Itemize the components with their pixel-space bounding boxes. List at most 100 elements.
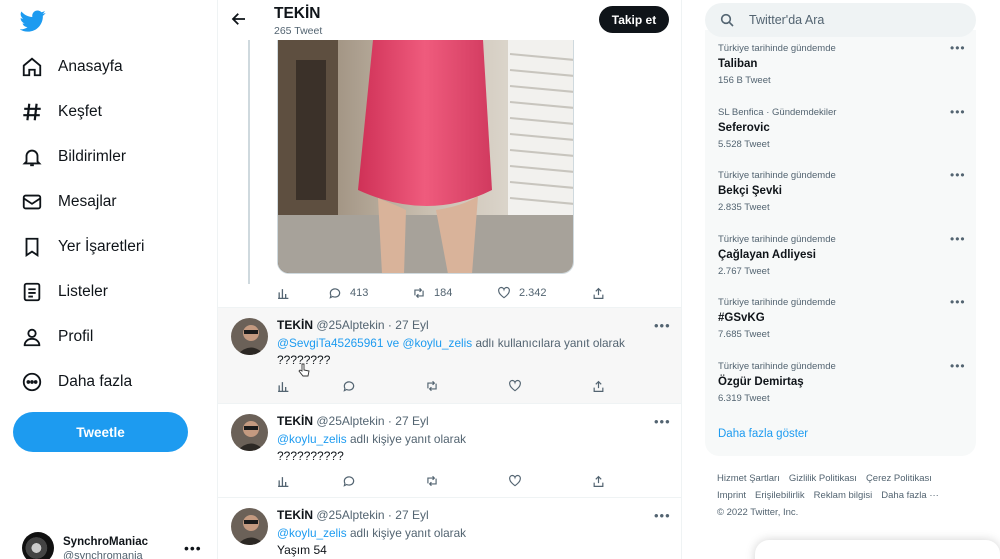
nav-bookmarks[interactable]: Yer İşaretleri: [20, 229, 144, 265]
nav-explore[interactable]: Keşfet: [20, 94, 102, 130]
search-input[interactable]: [749, 13, 949, 27]
trend-more-icon[interactable]: •••: [950, 41, 966, 55]
tweet-date[interactable]: 27 Eyl: [395, 318, 428, 332]
avatar[interactable]: [231, 318, 268, 355]
tweet-date[interactable]: 27 Eyl: [395, 414, 428, 428]
trend-more-icon[interactable]: •••: [950, 168, 966, 182]
share-button[interactable]: [592, 380, 605, 393]
trend-count: 6.319 Tweet: [718, 393, 770, 404]
footer-link-ads-info[interactable]: Reklam bilgisi: [814, 490, 873, 501]
trend-count: 7.685 Tweet: [718, 329, 770, 340]
trend-more-icon[interactable]: •••: [950, 232, 966, 246]
trend-item[interactable]: Türkiye tarihinde gündemde #GSvKG 7.685 …: [718, 295, 968, 340]
footer-link-imprint[interactable]: Imprint: [717, 490, 746, 501]
follow-button[interactable]: Takip et: [599, 6, 669, 33]
avatar: [22, 532, 54, 559]
author-name[interactable]: TEKİN: [277, 318, 313, 332]
nav-profile[interactable]: Profil: [20, 319, 93, 355]
like-button[interactable]: [508, 379, 522, 393]
footer-link-more[interactable]: Daha fazla ···: [881, 490, 939, 501]
nav-lists[interactable]: Listeler: [20, 274, 108, 310]
trend-more-icon[interactable]: •••: [950, 105, 966, 119]
trend-name: Seferovic: [718, 122, 770, 134]
search-bar[interactable]: [705, 3, 976, 37]
nav-more[interactable]: Daha fazla: [20, 364, 132, 400]
hashtag-icon: [20, 100, 44, 124]
more-options-icon[interactable]: •••: [654, 508, 671, 523]
trend-item[interactable]: Türkiye tarihinde gündemde Çağlayan Adli…: [718, 232, 968, 277]
author-handle[interactable]: @25Alptekin: [316, 318, 384, 332]
account-switcher[interactable]: SynchroManiac @synchromania •••: [22, 532, 202, 559]
share-icon: [593, 475, 604, 487]
replying-to-suffix: adlı kişiye yanıt olarak: [349, 432, 467, 446]
mention-link[interactable]: @SevgiTa45265961: [277, 336, 383, 350]
reply-tweet[interactable]: TEKİN @25Alptekin · 27 Eyl ••• @koylu_ze…: [218, 497, 681, 559]
analytics-button[interactable]: [277, 475, 290, 488]
footer-link-terms[interactable]: Hizmet Şartları: [717, 473, 780, 484]
reply-button[interactable]: 413: [328, 286, 368, 300]
heart-icon: [498, 286, 510, 299]
author-handle[interactable]: @25Alptekin: [316, 414, 384, 428]
trend-item[interactable]: SL Benfica · Gündemdekiler Seferovic 5.5…: [718, 105, 968, 150]
tweet-date[interactable]: 27 Eyl: [395, 508, 428, 522]
share-button[interactable]: [592, 475, 605, 488]
footer-link-cookies[interactable]: Çerez Politikası: [866, 473, 932, 484]
trends-panel: Türkiye tarihinde gündemde Taliban 156 B…: [705, 30, 976, 456]
author-name[interactable]: TEKİN: [277, 508, 313, 522]
reply-button[interactable]: [342, 379, 356, 393]
mention-link[interactable]: @koylu_zelis: [277, 526, 347, 540]
mention-link[interactable]: @koylu_zelis: [402, 336, 472, 350]
reply-tweet[interactable]: TEKİN @25Alptekin · 27 Eyl ••• @SevgiTa4…: [218, 307, 681, 403]
trend-context: Türkiye tarihinde gündemde: [718, 43, 836, 54]
trend-count: 5.528 Tweet: [718, 139, 770, 150]
nav-messages-label: Mesajlar: [58, 193, 117, 210]
analytics-button[interactable]: [277, 380, 290, 393]
show-more-link[interactable]: Daha fazla göster: [718, 428, 808, 440]
author-name[interactable]: TEKİN: [277, 414, 313, 428]
trend-item[interactable]: Türkiye tarihinde gündemde Bekçi Şevki 2…: [718, 168, 968, 213]
avatar[interactable]: [231, 414, 268, 451]
twitter-logo-icon[interactable]: [20, 8, 46, 34]
nav-home-label: Anasayfa: [58, 58, 123, 75]
account-more-icon[interactable]: •••: [184, 540, 202, 556]
analytics-button[interactable]: [277, 287, 290, 300]
nav-explore-label: Keşfet: [58, 103, 102, 120]
share-button[interactable]: [592, 287, 605, 300]
mention-link[interactable]: @koylu_zelis: [277, 432, 347, 446]
nav-home[interactable]: Anasayfa: [20, 49, 123, 85]
more-options-icon[interactable]: •••: [654, 414, 671, 429]
trend-more-icon[interactable]: •••: [950, 359, 966, 373]
trend-name: Çağlayan Adliyesi: [718, 249, 817, 261]
tweet-button[interactable]: Tweetle: [13, 412, 188, 452]
reply-icon: [343, 476, 355, 487]
more-options-icon[interactable]: •••: [654, 318, 671, 333]
footer-link-accessibility[interactable]: Erişilebilirlik: [755, 490, 805, 501]
reply-tweet[interactable]: TEKİN @25Alptekin · 27 Eyl ••• @koylu_ze…: [218, 403, 681, 497]
messages-drawer[interactable]: [755, 540, 1000, 559]
heart-icon: [509, 474, 521, 487]
trend-context: SL Benfica · Gündemdekiler: [718, 107, 837, 118]
like-button[interactable]: [508, 474, 522, 488]
nav-notifications[interactable]: Bildirimler: [20, 139, 126, 175]
right-sidebar: Türkiye tarihinde gündemde Taliban 156 B…: [683, 0, 1000, 559]
trend-item[interactable]: Türkiye tarihinde gündemde Özgür Demirta…: [718, 359, 968, 404]
trend-more-icon[interactable]: •••: [950, 295, 966, 309]
account-name: SynchroManiac: [63, 536, 148, 548]
tweet-media-photo[interactable]: [277, 40, 574, 274]
trend-context: Türkiye tarihinde gündemde: [718, 297, 836, 308]
share-icon: [593, 287, 604, 299]
avatar[interactable]: [231, 508, 268, 545]
reply-button[interactable]: [342, 474, 356, 488]
trend-item[interactable]: Türkiye tarihinde gündemde Taliban 156 B…: [718, 41, 968, 86]
retweet-button[interactable]: [425, 379, 439, 393]
left-sidebar: Anasayfa Keşfet Bildirimler Mesajlar Yer…: [0, 0, 217, 559]
nav-messages[interactable]: Mesajlar: [20, 184, 117, 220]
retweet-button[interactable]: 184: [412, 286, 452, 300]
retweet-icon: [427, 475, 437, 487]
retweet-button[interactable]: [425, 474, 439, 488]
page-title: TEKİN: [274, 5, 321, 22]
footer-link-privacy[interactable]: Gizlilik Politikası: [789, 473, 857, 484]
back-arrow-icon[interactable]: [230, 10, 248, 28]
like-button[interactable]: 2.342: [497, 286, 547, 300]
author-handle[interactable]: @25Alptekin: [316, 508, 384, 522]
